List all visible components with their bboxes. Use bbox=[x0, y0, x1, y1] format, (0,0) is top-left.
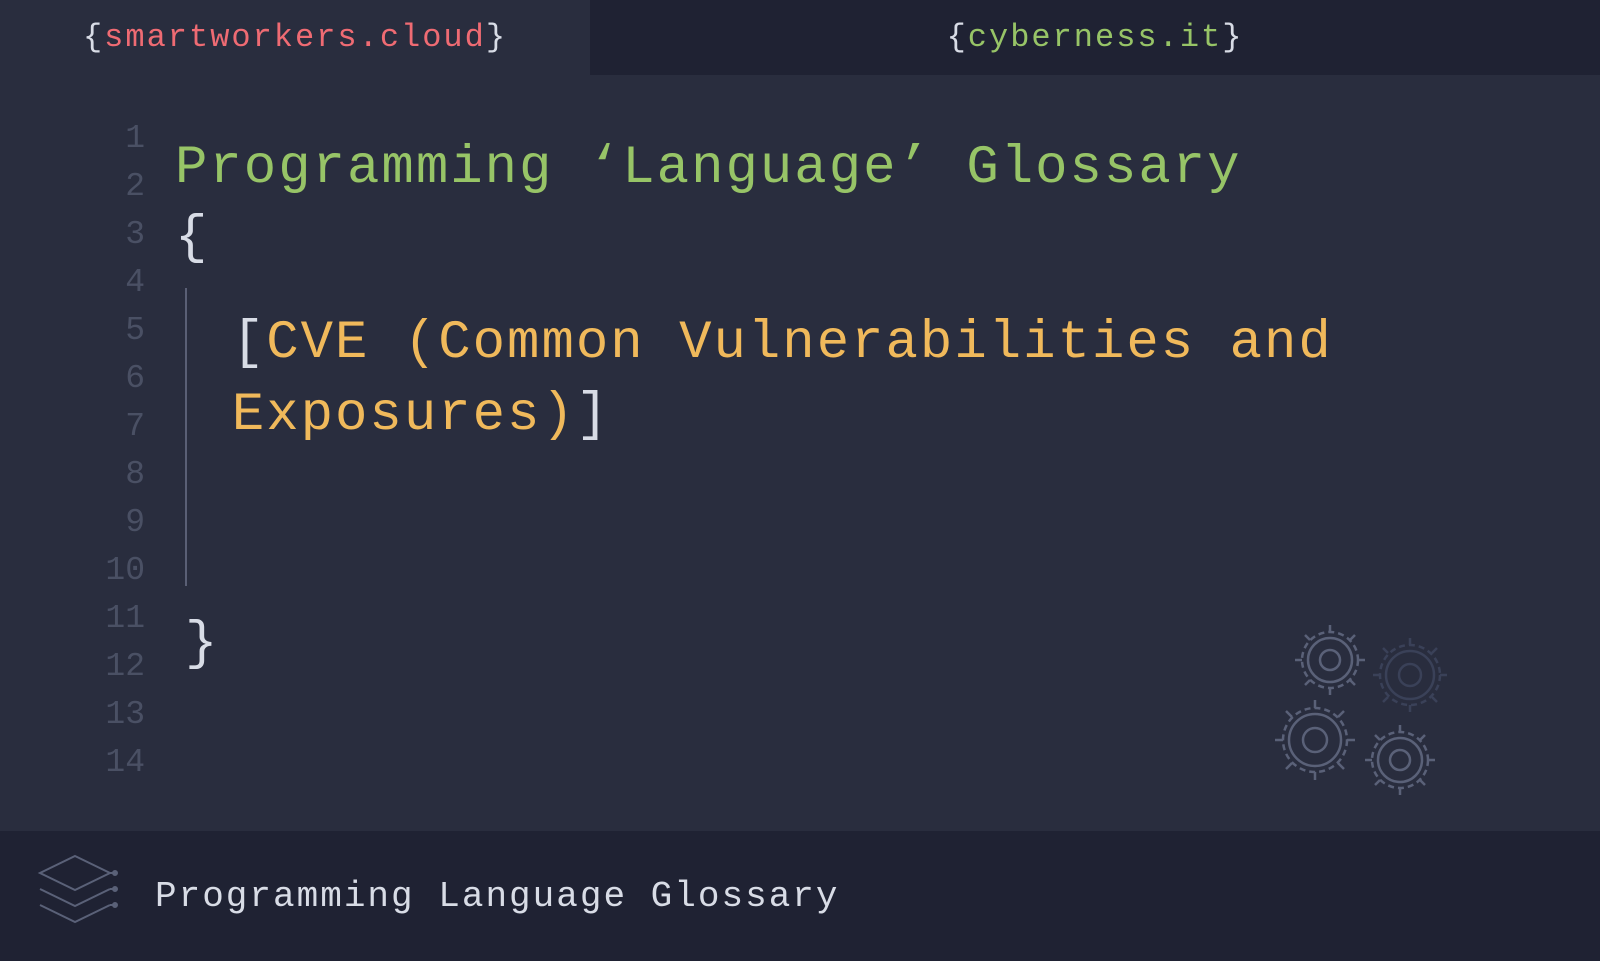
line-number: 13 bbox=[0, 691, 145, 739]
brand-right: cyberness.it bbox=[968, 19, 1222, 56]
bracket-close: ] bbox=[576, 385, 610, 446]
line-number: 10 bbox=[0, 547, 145, 595]
header-tabs: {smartworkers.cloud} {cyberness.it} bbox=[0, 0, 1600, 75]
layers-icon bbox=[30, 851, 120, 941]
footer-bar: Programming Language Glossary bbox=[0, 831, 1600, 961]
line-number: 9 bbox=[0, 499, 145, 547]
tab-smartworkers[interactable]: {smartworkers.cloud} bbox=[0, 0, 590, 75]
footer-title: Programming Language Glossary bbox=[155, 876, 840, 917]
line-number: 2 bbox=[0, 163, 145, 211]
line-number: 14 bbox=[0, 739, 145, 787]
line-number: 12 bbox=[0, 643, 145, 691]
line-number: 1 bbox=[0, 115, 145, 163]
line-number: 11 bbox=[0, 595, 145, 643]
line-number: 8 bbox=[0, 451, 145, 499]
line-number: 6 bbox=[0, 355, 145, 403]
content-block: [CVE (Common Vulnerabilities and Exposur… bbox=[185, 288, 1600, 586]
gears-icon bbox=[1260, 610, 1490, 810]
brace-close: } bbox=[1222, 19, 1243, 56]
brand-left: smartworkers.cloud bbox=[104, 19, 486, 56]
line-number: 5 bbox=[0, 307, 145, 355]
brace-open: { bbox=[947, 19, 968, 56]
brace-close: } bbox=[486, 19, 507, 56]
term-text: CVE (Common Vulnerabilities and Exposure… bbox=[232, 313, 1333, 446]
line-number-gutter: 1 2 3 4 5 6 7 8 9 10 11 12 13 14 bbox=[0, 115, 175, 830]
tab-cyberness[interactable]: {cyberness.it} bbox=[590, 0, 1600, 75]
editor-area: 1 2 3 4 5 6 7 8 9 10 11 12 13 14 Program… bbox=[0, 75, 1600, 830]
brace-open: { bbox=[83, 19, 104, 56]
glossary-title: Programming ‘Language’ Glossary bbox=[175, 135, 1600, 203]
bracket-open: [ bbox=[232, 313, 266, 374]
indent-guide bbox=[185, 288, 187, 586]
open-brace: { bbox=[175, 205, 1600, 273]
line-number: 3 bbox=[0, 211, 145, 259]
code-content: Programming ‘Language’ Glossary { [CVE (… bbox=[175, 115, 1600, 830]
line-number: 4 bbox=[0, 259, 145, 307]
line-number: 7 bbox=[0, 403, 145, 451]
term-content: [CVE (Common Vulnerabilities and Exposur… bbox=[232, 288, 1600, 586]
